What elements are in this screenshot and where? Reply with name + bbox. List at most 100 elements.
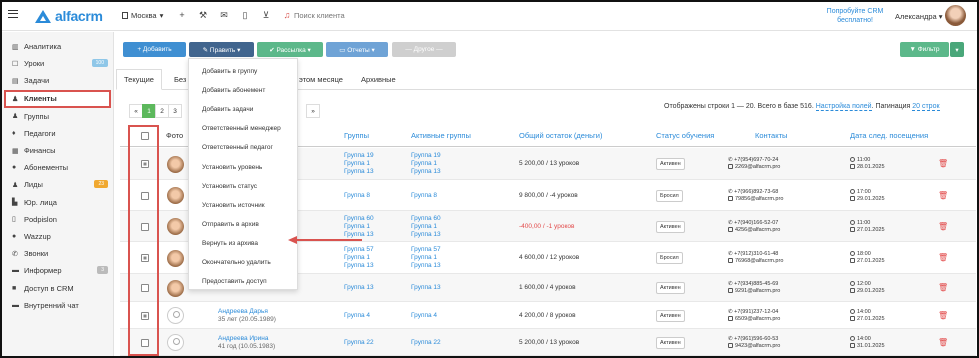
client-name-link[interactable]: Андреева Ирина: [218, 335, 269, 342]
user-name[interactable]: Александра ▾: [895, 12, 943, 21]
sidebar-item-informer[interactable]: ▬ Информер 3: [2, 262, 113, 279]
phone[interactable]: +7(954)697-70-24: [734, 157, 778, 163]
phone[interactable]: +7(991)237-12-04: [734, 309, 778, 315]
phone[interactable]: +7(912)310-61-48: [734, 251, 778, 257]
tab-this-month[interactable]: этом месяце: [292, 69, 350, 90]
status-badge[interactable]: Бросил: [656, 252, 683, 264]
sidebar-item-lessons[interactable]: ☐ Уроки 100: [2, 55, 113, 72]
sidebar-item-groups[interactable]: ♟ Группы: [2, 108, 113, 125]
trash-icon[interactable]: 🗑: [938, 311, 948, 320]
active-group-link[interactable]: Группа 1: [411, 254, 441, 262]
client-photo[interactable]: [167, 249, 184, 267]
col-contacts[interactable]: Контакты: [755, 131, 787, 143]
mobile-icon[interactable]: ▯: [241, 10, 249, 21]
sidebar-item-calls[interactable]: ✆ Звонки: [2, 245, 113, 262]
wrench-icon[interactable]: ⚒: [199, 10, 207, 21]
active-group-link[interactable]: Группа 13: [411, 262, 441, 270]
col-balance[interactable]: Общий остаток (деньги): [519, 131, 602, 143]
pagination-page[interactable]: 1: [142, 104, 156, 118]
client-photo[interactable]: [167, 155, 184, 173]
menu-item-add-subscription[interactable]: Добавить абонемент: [189, 81, 297, 100]
status-badge[interactable]: Активен: [656, 220, 685, 233]
client-photo[interactable]: [167, 187, 184, 204]
other-select[interactable]: — Другое —: [392, 42, 456, 57]
active-group-link[interactable]: Группа 13: [411, 231, 441, 239]
avatar[interactable]: [945, 5, 966, 26]
active-group-link[interactable]: Группа 13: [411, 168, 441, 176]
sidebar-item-crm-access[interactable]: ■ Доступ в CRM: [2, 279, 113, 296]
status-badge[interactable]: Активен: [656, 336, 685, 349]
table-row[interactable]: Андреева Ирина 41 год (10.05.1983) Группа …: [120, 329, 976, 356]
group-link[interactable]: Группа 1: [344, 254, 374, 262]
email[interactable]: 79856@alfacrm.pro: [735, 196, 783, 202]
sidebar-item-finance[interactable]: ▦ Финансы: [2, 142, 113, 159]
status-badge[interactable]: Активен: [656, 309, 685, 322]
menu-item-set-source[interactable]: Установить источник: [189, 196, 297, 215]
col-groups[interactable]: Группы: [344, 131, 369, 143]
status-badge[interactable]: Активен: [656, 158, 685, 170]
city-selector[interactable]: Москва ▾: [122, 11, 163, 20]
menu-item-restore-from-archive[interactable]: Вернуть из архива: [189, 234, 297, 253]
status-badge[interactable]: Активен: [656, 282, 685, 294]
logo[interactable]: alfacrm: [35, 8, 103, 24]
filter-dropdown-button[interactable]: ▾: [950, 42, 964, 57]
sidebar-item-subscriptions[interactable]: ● Абонементы: [2, 159, 113, 176]
sidebar-item-analytics[interactable]: ▥ Аналитика: [2, 38, 113, 55]
menu-item-archive[interactable]: Отправить в архив: [189, 215, 297, 234]
menu-item-add-tasks[interactable]: Добавить задачи: [189, 100, 297, 119]
col-active-groups[interactable]: Активные группы: [411, 131, 471, 143]
group-link[interactable]: Группа 22: [344, 339, 374, 347]
client-name-link[interactable]: Андреева Дарья: [218, 308, 268, 315]
sidebar-item-podpislon[interactable]: ▯ Podpislon: [2, 211, 113, 228]
pagination-page[interactable]: 2: [155, 104, 169, 118]
menu-item-delete[interactable]: Окончательно удалить: [189, 253, 297, 272]
mail-icon[interactable]: ✉: [220, 10, 228, 21]
add-button[interactable]: + Добавить: [123, 42, 186, 57]
menu-item-set-level[interactable]: Установить уровень: [189, 157, 297, 176]
sidebar-item-wazzup[interactable]: ● Wazzup: [2, 228, 113, 245]
group-link[interactable]: Группа 57: [344, 246, 374, 254]
group-link[interactable]: Группа 60: [344, 215, 374, 223]
group-link[interactable]: Группа 1: [344, 223, 374, 231]
plus-icon[interactable]: +: [178, 10, 186, 21]
phone[interactable]: +7(940)166-52-07: [734, 220, 778, 226]
active-group-link[interactable]: Группа 60: [411, 215, 441, 223]
sidebar-item-clients[interactable]: ♟ Клиенты: [4, 89, 111, 108]
menu-item-teacher[interactable]: Ответственный педагог: [189, 138, 297, 157]
col-next-visit[interactable]: Дата след. посещения: [850, 131, 928, 143]
trash-icon[interactable]: 🗑: [938, 222, 948, 231]
placeholder-avatar-icon[interactable]: [167, 334, 184, 351]
client-photo[interactable]: [167, 279, 184, 297]
group-link[interactable]: Группа 13: [344, 231, 374, 239]
phone[interactable]: +7(966)892-73-68: [734, 189, 778, 195]
menu-item-manager[interactable]: Ответственный менеджер: [189, 119, 297, 138]
group-link[interactable]: Группа 1: [344, 160, 374, 168]
sidebar-item-tasks[interactable]: ▤ Задачи: [2, 72, 113, 89]
email[interactable]: 76968@alfacrm.pro: [735, 258, 783, 264]
col-status[interactable]: Статус обучения: [656, 131, 714, 143]
group-link[interactable]: Группа 8: [344, 192, 370, 200]
bell-icon[interactable]: ♫: [283, 10, 291, 21]
email[interactable]: 2269@alfacrm.pro: [735, 164, 780, 170]
phone[interactable]: +7(961)596-60-53: [734, 336, 778, 342]
filter-button[interactable]: ▼ Фильтр: [900, 42, 949, 57]
group-link[interactable]: Группа 13: [344, 168, 374, 176]
sidebar-item-internal-chat[interactable]: ▬ Внутренний чат: [2, 297, 113, 314]
trash-icon[interactable]: 🗑: [938, 253, 948, 262]
placeholder-avatar-icon[interactable]: [167, 307, 184, 324]
sidebar-item-legal[interactable]: ▙ Юр. лица: [2, 194, 113, 211]
reports-button[interactable]: ▭ Отчеты ▾: [326, 42, 388, 57]
pagination-prev[interactable]: «: [129, 104, 143, 118]
tab-archive[interactable]: Архивные: [354, 69, 403, 90]
email[interactable]: 9291@alfacrm.pro: [735, 288, 780, 294]
email[interactable]: 6509@alfacrm.pro: [735, 316, 780, 322]
pagination-next[interactable]: »: [306, 104, 320, 118]
client-photo[interactable]: [167, 218, 184, 235]
active-group-link[interactable]: Группа 4: [411, 312, 437, 320]
trash-icon[interactable]: 🗑: [938, 338, 948, 347]
active-group-link[interactable]: Группа 22: [411, 339, 441, 347]
promo-link[interactable]: Попробуйте CRM бесплатно!: [824, 8, 886, 25]
edit-button[interactable]: ✎ Править ▾: [189, 42, 254, 57]
email[interactable]: 9423@alfacrm.pro: [735, 343, 780, 349]
menu-icon[interactable]: [8, 10, 18, 18]
